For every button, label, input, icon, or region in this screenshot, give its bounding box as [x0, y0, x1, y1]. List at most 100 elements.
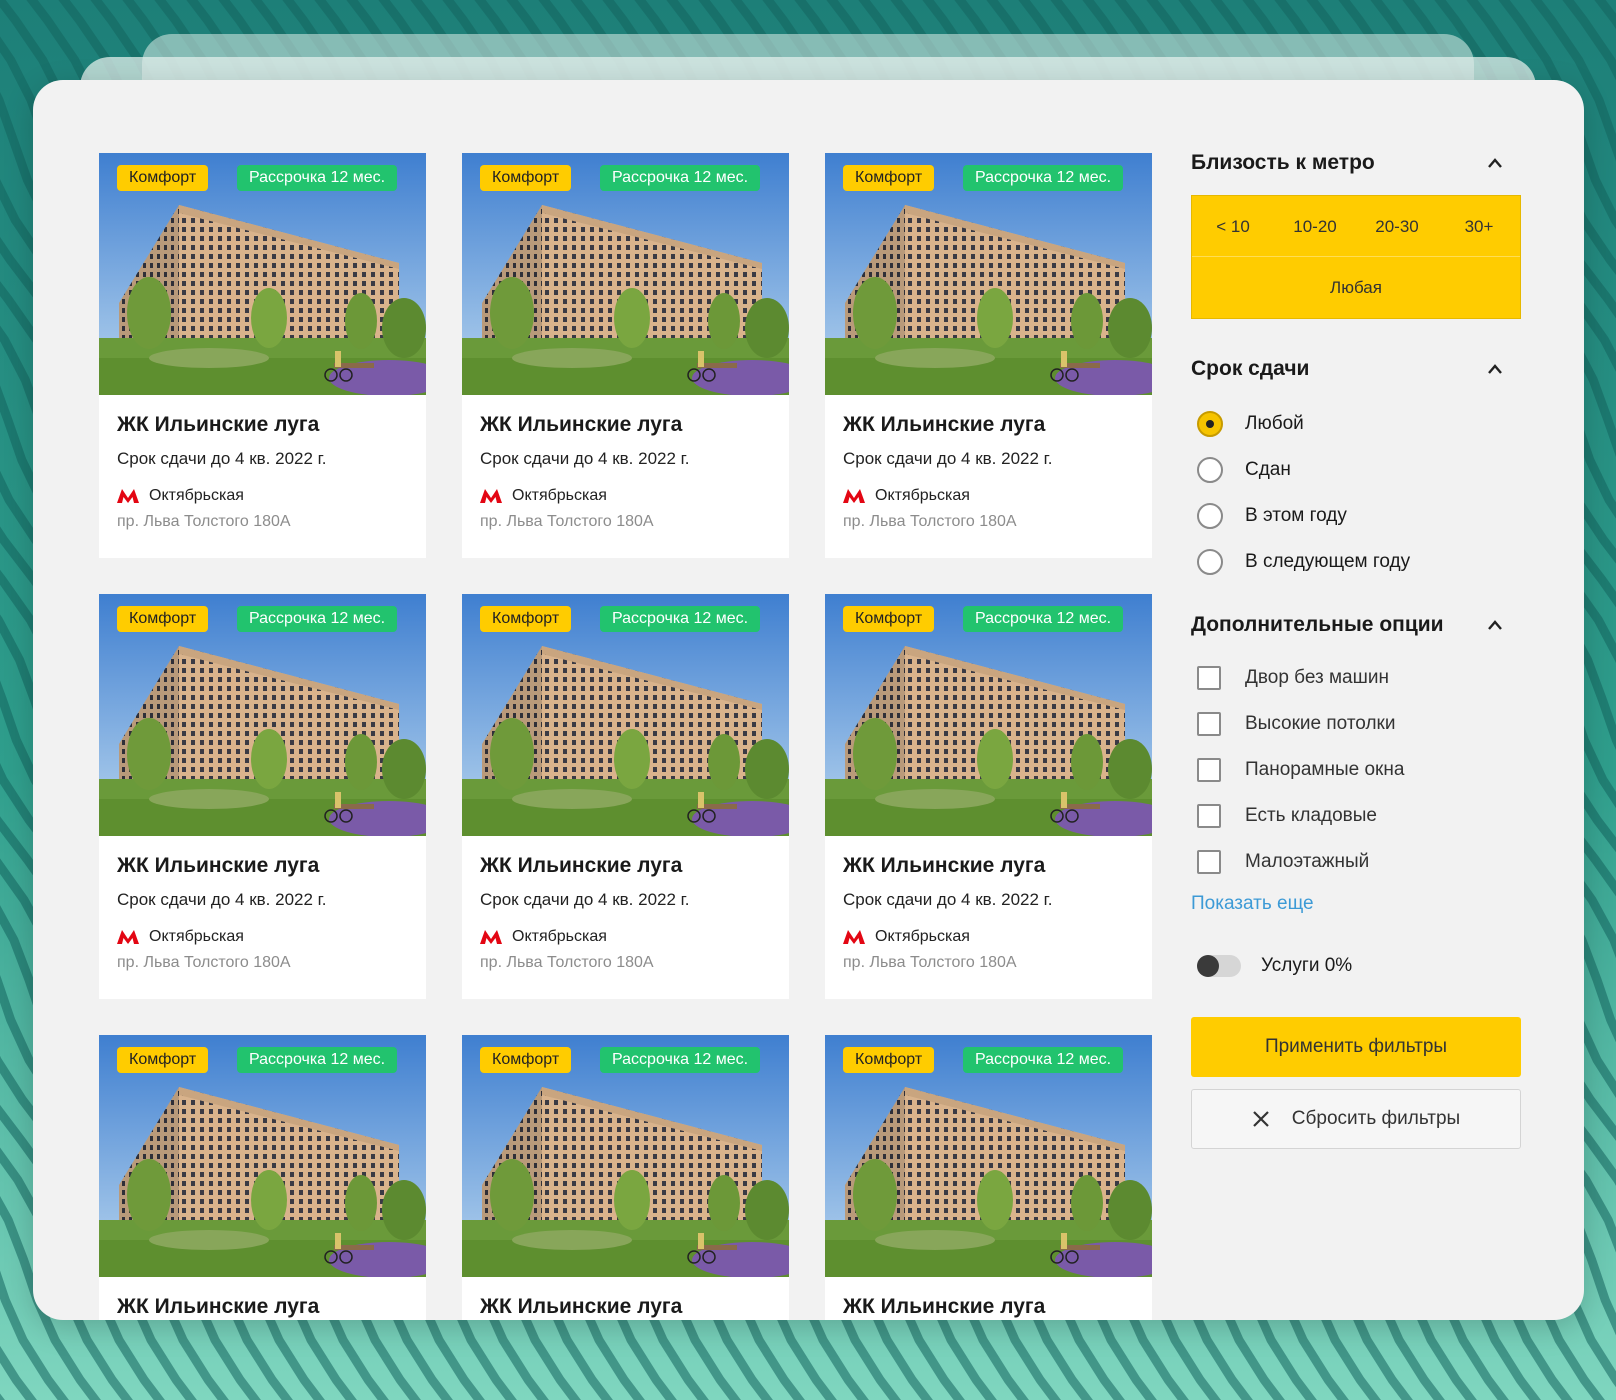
listing-title[interactable]: ЖК Ильинские луга: [843, 1295, 1134, 1320]
class-badge: Комфорт: [117, 165, 209, 191]
class-badge: Комфорт: [843, 606, 935, 632]
listing-card[interactable]: Комфорт Рассрочка 12 мес. ЖК Ильинские л…: [825, 153, 1152, 558]
deadline-filter-title: Срок сдачи: [1191, 357, 1310, 380]
radio-button[interactable]: [1197, 457, 1223, 483]
metro-option-under-10[interactable]: < 10: [1192, 196, 1274, 256]
deadline-filter-header[interactable]: Срок сдачи: [1191, 351, 1521, 387]
listing-photo[interactable]: Комфорт Рассрочка 12 мес.: [825, 594, 1152, 836]
chevron-up-icon[interactable]: [1487, 619, 1503, 631]
class-badge: Комфорт: [117, 606, 209, 632]
listing-metro: Октябрьская: [117, 922, 408, 952]
checkbox[interactable]: [1197, 758, 1221, 782]
option-panoramic-windows[interactable]: Панорамные окна: [1191, 747, 1521, 793]
deadline-option-any[interactable]: Любой: [1191, 401, 1521, 447]
installment-badge: Рассрочка 12 мес.: [600, 606, 761, 632]
metro-m-icon: [480, 489, 502, 503]
listing-card[interactable]: Комфорт Рассрочка 12 мес. ЖК Ильинские л…: [462, 594, 789, 999]
toggle-label: Услуги 0%: [1261, 955, 1353, 976]
class-badge: Комфорт: [843, 165, 935, 191]
metro-option-10-20[interactable]: 10-20: [1274, 196, 1356, 256]
listing-photo[interactable]: Комфорт Рассрочка 12 мес.: [99, 153, 426, 395]
listing-title[interactable]: ЖК Ильинские луга: [843, 413, 1134, 447]
checkbox[interactable]: [1197, 850, 1221, 874]
metro-station: Октябрьская: [875, 928, 970, 945]
radio-button[interactable]: [1197, 549, 1223, 575]
app-window: Комфорт Рассрочка 12 мес. ЖК Ильинские л…: [33, 80, 1584, 1320]
listing-address: пр. Льва Толстого 180А: [117, 954, 291, 971]
listing-card[interactable]: Комфорт Рассрочка 12 мес. ЖК Ильинские л…: [462, 1035, 789, 1320]
radio-button-checked[interactable]: [1197, 411, 1223, 437]
radio-label: В следующем году: [1245, 551, 1411, 572]
metro-m-icon: [843, 930, 865, 944]
deadline-radio-group: Любой Сдан В этом году В следующем году: [1191, 401, 1521, 585]
apply-filters-button[interactable]: Применить фильтры: [1191, 1017, 1521, 1077]
checkbox-label: Малоэтажный: [1245, 851, 1370, 872]
listing-photo[interactable]: Комфорт Рассрочка 12 мес.: [825, 153, 1152, 395]
listing-metro: Октябрьская: [843, 922, 1134, 952]
option-storage-rooms[interactable]: Есть кладовые: [1191, 793, 1521, 839]
chevron-up-icon[interactable]: [1487, 157, 1503, 169]
class-badge: Комфорт: [117, 1047, 209, 1073]
listing-deadline: Срок сдачи до 4 кв. 2022 г.: [480, 449, 690, 468]
radio-label: Любой: [1245, 413, 1304, 434]
metro-filter-header[interactable]: Близость к метро: [1191, 145, 1521, 181]
listing-grid: Комфорт Рассрочка 12 мес. ЖК Ильинские л…: [99, 153, 1179, 1320]
listing-title[interactable]: ЖК Ильинские луга: [117, 1295, 408, 1320]
reset-filters-label: Сбросить фильтры: [1291, 1108, 1461, 1129]
metro-station: Октябрьская: [149, 928, 244, 945]
listing-photo[interactable]: Комфорт Рассрочка 12 мес.: [462, 153, 789, 395]
radio-button[interactable]: [1197, 503, 1223, 529]
reset-filters-button[interactable]: Сбросить фильтры: [1191, 1089, 1521, 1149]
installment-badge: Рассрочка 12 мес.: [963, 1047, 1124, 1073]
listing-title[interactable]: ЖК Ильинские луга: [480, 1295, 771, 1320]
metro-option-20-30[interactable]: 20-30: [1356, 196, 1438, 256]
listing-title[interactable]: ЖК Ильинские луга: [843, 854, 1134, 888]
option-high-ceilings[interactable]: Высокие потолки: [1191, 701, 1521, 747]
listing-title[interactable]: ЖК Ильинские луга: [480, 413, 771, 447]
checkbox[interactable]: [1197, 666, 1221, 690]
deadline-option-done[interactable]: Сдан: [1191, 447, 1521, 493]
metro-option-any[interactable]: Любая: [1192, 257, 1520, 319]
listing-title[interactable]: ЖК Ильинские луга: [117, 854, 408, 888]
checkbox[interactable]: [1197, 804, 1221, 828]
listing-title[interactable]: ЖК Ильинские луга: [480, 854, 771, 888]
listing-photo[interactable]: Комфорт Рассрочка 12 мес.: [99, 1035, 426, 1277]
listing-address: пр. Льва Толстого 180А: [480, 954, 654, 971]
filters-panel: Близость к метро < 10 10-20 20-30 30+ Лю…: [1191, 145, 1521, 1149]
metro-filter-title: Близость к метро: [1191, 151, 1375, 174]
listing-metro: Октябрьская: [480, 922, 771, 952]
metro-m-icon: [117, 489, 139, 503]
services-zero-toggle[interactable]: [1197, 955, 1241, 977]
listing-metro: Октябрьская: [117, 481, 408, 511]
listing-card[interactable]: Комфорт Рассрочка 12 мес. ЖК Ильинские л…: [99, 1035, 426, 1320]
chevron-up-icon[interactable]: [1487, 363, 1503, 375]
metro-option-30-plus[interactable]: 30+: [1438, 196, 1520, 256]
option-low-rise[interactable]: Малоэтажный: [1191, 839, 1521, 885]
metro-station: Октябрьская: [875, 487, 970, 504]
listing-card[interactable]: Комфорт Рассрочка 12 мес. ЖК Ильинские л…: [99, 153, 426, 558]
listing-card[interactable]: Комфорт Рассрочка 12 мес. ЖК Ильинские л…: [825, 1035, 1152, 1320]
listing-card[interactable]: Комфорт Рассрочка 12 мес. ЖК Ильинские л…: [462, 153, 789, 558]
checkbox-label: Двор без машин: [1245, 667, 1389, 688]
listing-card[interactable]: Комфорт Рассрочка 12 мес. ЖК Ильинские л…: [99, 594, 426, 999]
installment-badge: Рассрочка 12 мес.: [963, 165, 1124, 191]
listing-photo[interactable]: Комфорт Рассрочка 12 мес.: [462, 594, 789, 836]
listing-address: пр. Льва Толстого 180А: [480, 513, 654, 530]
installment-badge: Рассрочка 12 мес.: [237, 165, 398, 191]
checkbox[interactable]: [1197, 712, 1221, 736]
class-badge: Комфорт: [480, 1047, 572, 1073]
listing-photo[interactable]: Комфорт Рассрочка 12 мес.: [825, 1035, 1152, 1277]
installment-badge: Рассрочка 12 мес.: [963, 606, 1124, 632]
listing-title[interactable]: ЖК Ильинские луга: [117, 413, 408, 447]
services-zero-toggle-row[interactable]: Услуги 0%: [1191, 955, 1521, 977]
listing-card[interactable]: Комфорт Рассрочка 12 мес. ЖК Ильинские л…: [825, 594, 1152, 999]
deadline-option-next-year[interactable]: В следующем году: [1191, 539, 1521, 585]
checkbox-label: Панорамные окна: [1245, 759, 1405, 780]
listing-photo[interactable]: Комфорт Рассрочка 12 мес.: [462, 1035, 789, 1277]
option-yard-no-cars[interactable]: Двор без машин: [1191, 655, 1521, 701]
listing-photo[interactable]: Комфорт Рассрочка 12 мес.: [99, 594, 426, 836]
options-filter-header[interactable]: Дополнительные опции: [1191, 607, 1521, 643]
listing-deadline: Срок сдачи до 4 кв. 2022 г.: [117, 890, 327, 909]
show-more-link[interactable]: Показать еще: [1191, 893, 1521, 923]
deadline-option-this-year[interactable]: В этом году: [1191, 493, 1521, 539]
